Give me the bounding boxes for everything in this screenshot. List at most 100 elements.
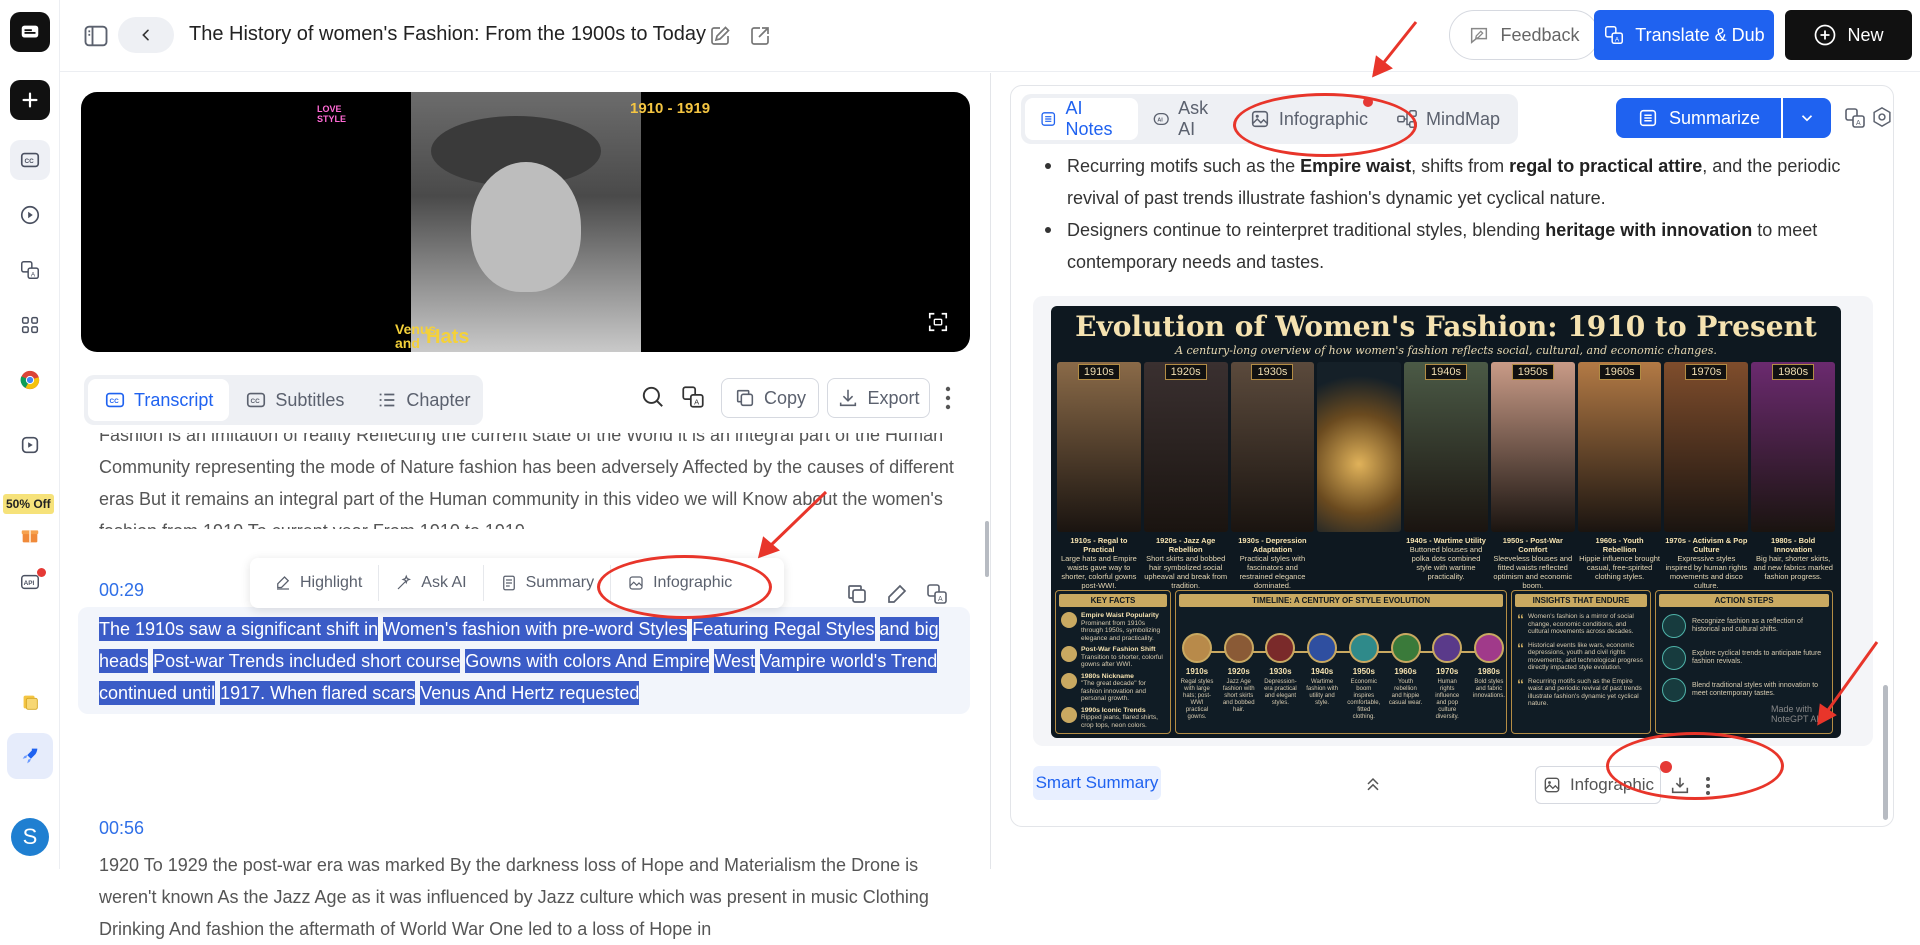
svg-text:A: A	[938, 596, 943, 603]
decade-caption-head: 1950s - Post-War Comfort	[1502, 536, 1563, 554]
decade-caption-body: Buttoned blouses and polka dots combined…	[1409, 545, 1483, 581]
panel-divider[interactable]	[990, 73, 991, 869]
timeline-year: 1930s	[1269, 667, 1292, 676]
highlight-button[interactable]: Highlight	[258, 565, 380, 601]
summarize-button[interactable]: Summarize	[1616, 98, 1781, 138]
video-player[interactable]: LOVE STYLE 1910 - 1919 Venus and Hats	[81, 92, 970, 352]
rocket-icon[interactable]	[7, 733, 53, 779]
timestamp[interactable]: 00:29	[99, 580, 144, 601]
video-icon[interactable]	[10, 195, 50, 235]
search-icon[interactable]	[640, 384, 666, 410]
key-fact-body: "The great decade" for fashion innovatio…	[1081, 680, 1147, 702]
infographic-image[interactable]: Evolution of Women's Fashion: 1910 to Pr…	[1051, 306, 1841, 738]
edit-icon[interactable]	[885, 582, 909, 606]
list-icon	[380, 393, 395, 407]
collapse-icon[interactable]	[1363, 774, 1383, 794]
transcript-paragraph[interactable]: Fashion is an imitation of reality Refle…	[99, 433, 961, 529]
decade-label: 1980s	[1772, 364, 1815, 380]
insights-title: INSIGHTS THAT ENDURE	[1515, 594, 1647, 607]
key-fact-body: Ripped jeans, flared shirts, crop tops, …	[1081, 714, 1158, 729]
key-fact-head: 2007 Fashion Focus	[1081, 733, 1146, 734]
insight-text: Historical events like wars, economic de…	[1528, 641, 1643, 672]
selected-phrase[interactable]: West	[714, 649, 756, 673]
avatar[interactable]: S	[11, 818, 49, 856]
more-options-icon[interactable]	[944, 385, 952, 411]
insight-text: Women's fashion is a mirror of social ch…	[1528, 613, 1634, 635]
chrome-icon[interactable]	[10, 360, 50, 400]
timeline-desc: Human rights influence and pop culture d…	[1435, 679, 1460, 720]
translate-notes-icon[interactable]: A	[1843, 106, 1867, 130]
edit-title-icon[interactable]	[708, 24, 732, 48]
timeline-dot	[1473, 633, 1504, 663]
recorder-icon[interactable]	[10, 425, 50, 465]
decade-portraits: 1910s 1920s 1930s 1940s 1950s 1960s 1970s 1980s	[1057, 362, 1836, 532]
timeline-dot	[1223, 633, 1254, 663]
apps-icon[interactable]	[10, 305, 50, 345]
timeline-desc: Youth rebellion and hippie casual wear.	[1388, 679, 1423, 706]
transcript-scrollbar[interactable]	[985, 521, 989, 577]
svg-text:A: A	[31, 271, 36, 278]
selected-phrase[interactable]: Women's fashion with pre-word Styles	[383, 617, 688, 641]
decade-label: 1970s	[1685, 364, 1728, 380]
selected-phrase[interactable]: Gowns with colors And Empire	[465, 649, 710, 673]
copy-icon[interactable]	[845, 582, 869, 606]
notes-icon	[1639, 109, 1657, 127]
tab-ai-notes-label: AI Notes	[1065, 98, 1113, 139]
summary-button[interactable]: Summary	[484, 565, 612, 601]
tab-transcript[interactable]: CC Transcript	[88, 379, 230, 421]
feedback-button[interactable]: Feedback	[1449, 10, 1599, 60]
app-logo-icon[interactable]	[10, 12, 50, 52]
tab-chapter[interactable]: Chapter	[360, 379, 486, 421]
key-fact-head: Empire Waist Popularity	[1081, 612, 1159, 619]
notes-panel: AI Notes AI Ask AI Infographic MindMap S…	[1010, 85, 1894, 827]
summarize-dropdown-button[interactable]	[1783, 98, 1831, 138]
settings-icon[interactable]	[1871, 106, 1893, 128]
ask-ai-button[interactable]: Ask AI	[379, 565, 484, 601]
new-icon[interactable]	[10, 80, 50, 120]
selected-phrase[interactable]: Featuring Regal Styles	[692, 617, 875, 641]
decade-caption-head: 1910s - Regal to Practical	[1070, 536, 1128, 554]
key-facts-title: KEY FACTS	[1059, 594, 1167, 607]
quote-icon: “	[1517, 639, 1524, 656]
selected-segment-text[interactable]: The 1910s saw a significant shift in Wom…	[99, 613, 961, 709]
notes-scrollbar[interactable]	[1883, 685, 1888, 820]
export-button[interactable]: Export	[827, 378, 930, 418]
key-facts-list: Empire Waist Popularity Prominent from 19…	[1056, 610, 1170, 734]
selected-phrase[interactable]: Post-war Trends included short course	[153, 649, 461, 673]
key-fact-head: Post-War Fashion Shift	[1081, 646, 1156, 653]
insights-list: “Women's fashion is a mirror of social c…	[1512, 610, 1650, 711]
decade-caption: 1960s - Youth Rebellion Hippie influence …	[1578, 534, 1662, 586]
selected-phrase[interactable]: The 1910s saw a significant shift in	[99, 617, 379, 641]
open-external-icon[interactable]	[748, 24, 772, 48]
timeline-title: TIMELINE: A CENTURY OF STYLE EVOLUTION	[1179, 594, 1503, 607]
timeline-years: 1910s 1920s 1930s 1940s 1950s 1960s 1970s 1980s	[1182, 667, 1504, 676]
selected-phrase[interactable]: Venus And Hertz requested	[420, 681, 640, 705]
fact-icon	[1061, 733, 1077, 734]
timeline-dots	[1182, 633, 1504, 663]
tab-ask-ai[interactable]: AI Ask AI	[1138, 98, 1235, 140]
transcript-paragraph[interactable]: 1920 To 1929 the post-war era was marked…	[99, 849, 961, 945]
gift-icon[interactable]	[10, 515, 50, 555]
selected-phrase[interactable]: 1917. When flared scars	[220, 681, 416, 705]
translate-icon[interactable]: A	[925, 582, 949, 606]
api-icon[interactable]: API	[10, 562, 50, 602]
translate-dub-button[interactable]: A Translate & Dub	[1594, 10, 1774, 60]
quote-icon: “	[1517, 675, 1524, 692]
sale-badge[interactable]: 50% Off	[3, 494, 54, 514]
decade-portrait: 1920s	[1143, 362, 1228, 532]
tab-subtitles[interactable]: CC Subtitles	[229, 379, 360, 421]
page-title: The History of women's Fashion: From the…	[189, 23, 707, 45]
screenshot-icon[interactable]	[927, 311, 949, 333]
translate-transcript-icon[interactable]: A	[680, 384, 706, 410]
timestamp[interactable]: 00:56	[99, 818, 144, 839]
notes-icon[interactable]	[10, 682, 50, 722]
new-button[interactable]: New	[1785, 10, 1912, 60]
back-button[interactable]	[118, 17, 174, 53]
translate-icon[interactable]: A	[10, 250, 50, 290]
decade-label: 1960s	[1598, 364, 1641, 380]
subtitles-icon[interactable]: CC	[10, 140, 50, 180]
tab-ai-notes[interactable]: AI Notes	[1025, 98, 1138, 140]
smart-summary-button[interactable]: Smart Summary	[1033, 766, 1161, 800]
sidebar-toggle-icon[interactable]	[82, 22, 110, 50]
copy-button[interactable]: Copy	[721, 378, 819, 418]
